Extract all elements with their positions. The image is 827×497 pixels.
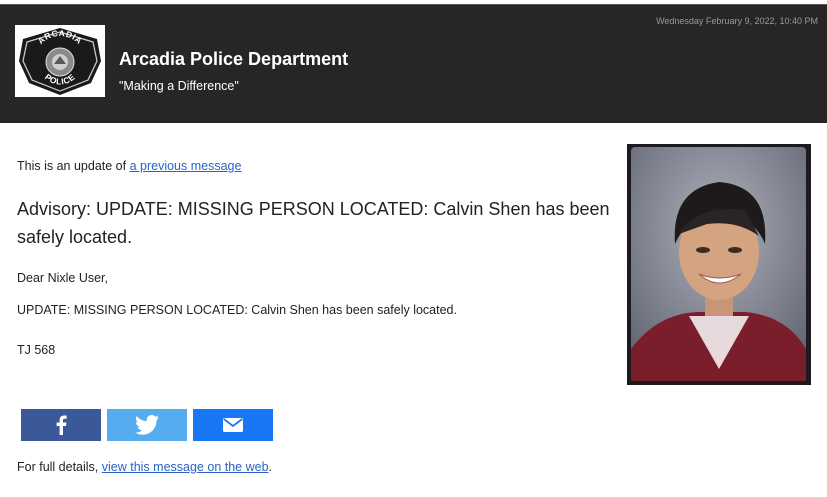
full-details-text: For full details, (17, 460, 102, 474)
facebook-icon (56, 415, 67, 435)
view-on-web-link[interactable]: view this message on the web (102, 460, 269, 474)
share-facebook-button[interactable] (21, 409, 101, 441)
full-details-period: . (268, 460, 273, 474)
message-signature: TJ 568 (17, 343, 56, 357)
advisory-headline: Advisory: UPDATE: MISSING PERSON LOCATED… (17, 199, 610, 247)
person-photo (627, 144, 811, 385)
organization-name: Arcadia Police Department (119, 49, 349, 69)
greeting-text: Dear Nixle User, (17, 271, 108, 285)
message-body: UPDATE: MISSING PERSON LOCATED: Calvin S… (17, 303, 457, 317)
share-twitter-button[interactable] (107, 409, 187, 441)
twitter-icon (135, 415, 159, 435)
mail-icon (223, 418, 243, 432)
update-notice: This is an update of a previous message (17, 159, 241, 173)
share-email-button[interactable] (193, 409, 273, 441)
update-notice-text: This is an update of (17, 159, 130, 173)
organization-tagline: "Making a Difference" (119, 79, 239, 93)
previous-message-link[interactable]: a previous message (130, 159, 242, 173)
police-badge-logo: ARCADIA POLICE (15, 25, 105, 97)
email-header: Wednesday February 9, 2022, 10:40 PM ARC… (0, 4, 827, 123)
message-date: Wednesday February 9, 2022, 10:40 PM (656, 16, 818, 26)
full-details-line: For full details, view this message on t… (17, 460, 272, 474)
